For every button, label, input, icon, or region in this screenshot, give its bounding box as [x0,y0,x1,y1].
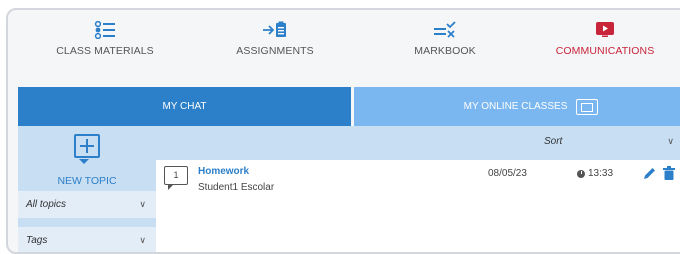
nav-label: COMMUNICATIONS [555,45,655,57]
topic-title[interactable]: Homework [198,166,249,177]
nav-markbook[interactable]: MARKBOOK [370,18,520,57]
topic-row[interactable]: 1 Homework Student1 Escolar 08/05/23 13:… [156,160,680,204]
screen-icon [576,98,599,115]
new-topic-label: NEW TOPIC [57,175,117,187]
message-count-icon: 1 [164,166,188,190]
tags-filter-dropdown[interactable]: Tags ∨ [18,226,156,252]
nav-assignments[interactable]: ASSIGNMENTS [200,18,350,57]
chevron-down-icon: ∨ [139,235,146,245]
chat-tabs: MY CHAT MY ONLINE CLASSES [18,87,680,126]
add-chat-icon [74,134,100,158]
topic-author: Student1 Escolar [198,182,275,193]
chevron-down-icon: ∨ [667,136,674,146]
clock-icon [577,169,585,178]
tab-my-chat[interactable]: MY CHAT [18,87,351,126]
assignment-icon [200,18,350,42]
nav-label: MARKBOOK [414,45,476,57]
topic-list: 1 Homework Student1 Escolar 08/05/23 13:… [156,160,680,252]
add-chat-icon-tail [79,159,89,164]
trash-icon[interactable] [663,166,675,180]
play-icon [530,18,680,42]
topic-date: 08/05/23 [488,168,527,179]
tab-label: MY CHAT [162,101,207,112]
nav-label: CLASS MATERIALS [56,45,154,57]
new-topic-button[interactable]: NEW TOPIC [18,126,156,190]
filter-label: Tags [26,235,48,246]
app-frame: CLASS MATERIALS ASSIGNMENTS MARKBOOK COM… [6,8,680,254]
chat-content: NEW TOPIC All topics ∨ Tags ∨ Sort ∨ 1 H… [18,126,680,252]
sort-dropdown[interactable]: Sort ∨ [544,136,674,147]
top-navigation: CLASS MATERIALS ASSIGNMENTS MARKBOOK COM… [8,10,680,72]
list-icon [30,18,180,42]
list-header: Sort ∨ [156,126,680,160]
filter-label: All topics [26,199,67,210]
sidebar: NEW TOPIC All topics ∨ Tags ∨ [18,126,156,252]
nav-communications[interactable]: COMMUNICATIONS [530,18,680,57]
topic-time-wrapper: 13:33 [577,168,613,179]
markbook-icon [370,18,520,42]
tab-my-online-classes[interactable]: MY ONLINE CLASSES [354,87,680,126]
nav-label: ASSIGNMENTS [236,45,314,57]
edit-icon[interactable] [643,166,657,180]
nav-class-materials[interactable]: CLASS MATERIALS [30,18,180,57]
topic-time: 13:33 [588,168,614,179]
chevron-down-icon: ∨ [139,199,146,209]
topics-filter-dropdown[interactable]: All topics ∨ [18,190,156,218]
tab-label: MY ONLINE CLASSES [463,101,568,112]
sort-label: Sort [544,136,563,147]
